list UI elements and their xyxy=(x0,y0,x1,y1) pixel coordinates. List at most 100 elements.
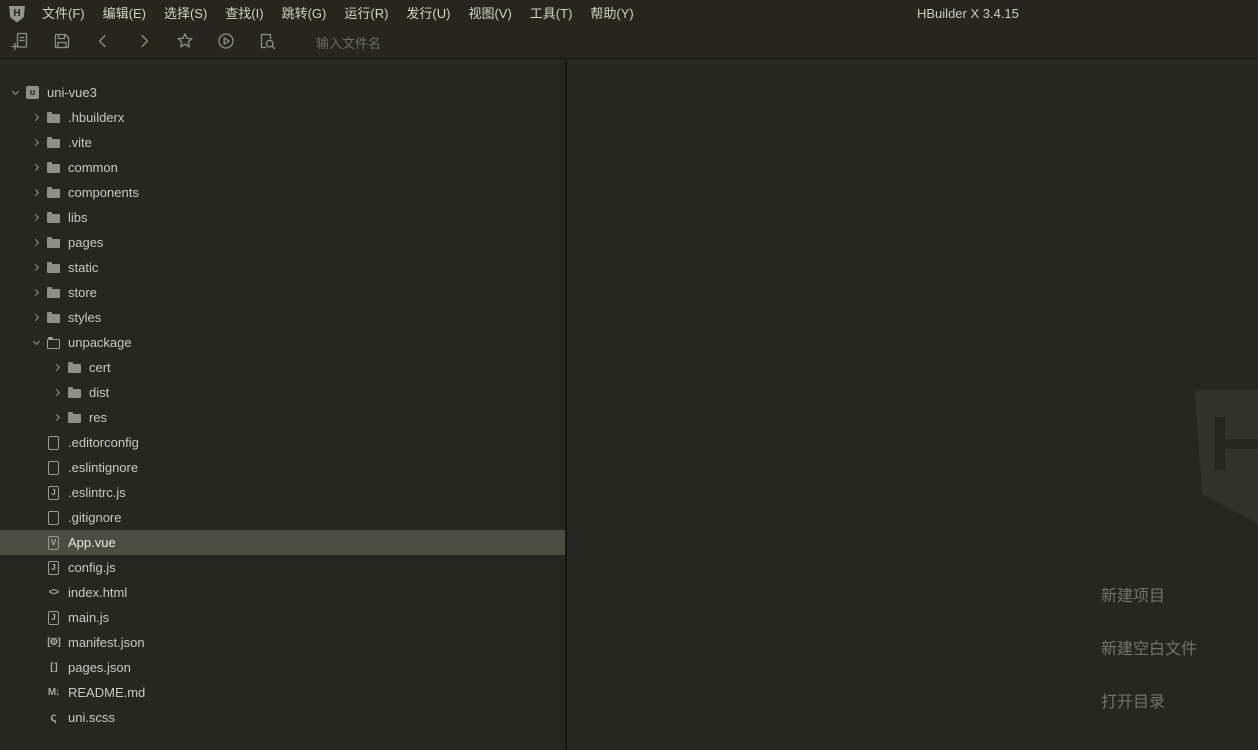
chevron-right-icon[interactable] xyxy=(29,155,44,180)
tree-item-components[interactable]: components xyxy=(0,180,565,205)
tree-item-label: uni.scss xyxy=(68,710,115,725)
tree-item-eslintrc-js[interactable]: J .eslintrc.js xyxy=(0,480,565,505)
folder-icon xyxy=(65,355,84,380)
tree-item-store[interactable]: store xyxy=(0,280,565,305)
js-file-icon: J xyxy=(44,480,63,505)
find-file-button[interactable] xyxy=(255,31,279,55)
chevron-right-icon[interactable] xyxy=(29,255,44,280)
chevron-down-icon[interactable] xyxy=(8,80,23,105)
folder-icon xyxy=(44,255,63,280)
tree-item-eslintignore[interactable]: .eslintignore xyxy=(0,455,565,480)
tree-item-label: .eslintignore xyxy=(68,460,139,475)
tree-item-gitignore[interactable]: .gitignore xyxy=(0,505,565,530)
tree-item-label: dist xyxy=(89,385,110,400)
tree-item-pages[interactable]: pages xyxy=(0,230,565,255)
menu-item-3[interactable]: 查找(I) xyxy=(216,0,272,28)
tree-item-vite[interactable]: .vite xyxy=(0,130,565,155)
new-project-link[interactable]: 新建项目 xyxy=(1101,582,1197,606)
menu-item-0[interactable]: 文件(F) xyxy=(33,0,94,28)
chevron-right-icon[interactable] xyxy=(29,280,44,305)
chevron-right-icon[interactable] xyxy=(29,205,44,230)
folder-icon xyxy=(65,405,84,430)
tree-item-label: main.js xyxy=(68,610,110,625)
open-directory-link[interactable]: 打开目录 xyxy=(1101,688,1197,712)
tree-item-label: components xyxy=(68,185,139,200)
new-file-button[interactable] xyxy=(9,31,33,55)
menu-item-4[interactable]: 跳转(G) xyxy=(273,0,336,28)
chevron-right-icon[interactable] xyxy=(50,405,65,430)
tree-item-pages-json[interactable]: [ ] pages.json xyxy=(0,655,565,680)
tree-item-readme-md[interactable]: M↓ README.md xyxy=(0,680,565,705)
chevron-right-icon[interactable] xyxy=(50,355,65,380)
tree-item-common[interactable]: common xyxy=(0,155,565,180)
favorites-button[interactable] xyxy=(173,31,197,55)
tree-item-index-html[interactable]: <> index.html xyxy=(0,580,565,605)
tree-item-label: unpackage xyxy=(68,335,132,350)
tree-item-unpackage[interactable]: unpackage xyxy=(0,330,565,355)
menu-item-9[interactable]: 帮助(Y) xyxy=(581,0,642,28)
tree-item-hbuilderx[interactable]: .hbuilderx xyxy=(0,105,565,130)
run-button[interactable] xyxy=(214,31,238,55)
folder-icon xyxy=(44,130,63,155)
toolbar xyxy=(0,28,1258,59)
folder-icon xyxy=(44,205,63,230)
menubar: 文件(F) 编辑(E) 选择(S) 查找(I) 跳转(G) 运行(R) 发行(U) 视图(V)… xyxy=(33,0,643,28)
tree-item-manifest-json[interactable]: [⚙] manifest.json xyxy=(0,630,565,655)
tree-item-libs[interactable]: libs xyxy=(0,205,565,230)
chevron-right-icon[interactable] xyxy=(50,380,65,405)
menu-item-5[interactable]: 运行(R) xyxy=(335,0,397,28)
save-icon xyxy=(52,31,72,56)
chevron-right-icon[interactable] xyxy=(29,180,44,205)
forward-button[interactable] xyxy=(132,31,156,55)
tree-item-app-vue[interactable]: V App.vue xyxy=(0,530,565,555)
tree-item-label: README.md xyxy=(68,685,146,700)
menu-item-8[interactable]: 工具(T) xyxy=(521,0,582,28)
tree-item-main-js[interactable]: Jmain.js xyxy=(0,605,565,630)
file-icon xyxy=(44,430,63,455)
tree-item-label: App.vue xyxy=(68,535,116,550)
tree-item-label: static xyxy=(68,260,99,275)
menu-item-2[interactable]: 选择(S) xyxy=(155,0,216,28)
manifest-file-icon: [⚙] xyxy=(47,637,61,648)
tree-item-uni-vue3[interactable]: u uni-vue3 xyxy=(0,80,565,105)
tree-item-label: styles xyxy=(68,310,102,325)
tree-item-label: pages xyxy=(68,235,104,250)
back-button[interactable] xyxy=(91,31,115,55)
file-search-input[interactable] xyxy=(316,30,586,56)
tree-item-uni-scss[interactable]: ς uni.scss xyxy=(0,705,565,730)
folder-icon xyxy=(44,105,63,130)
titlebar: H 文件(F) 编辑(E) 选择(S) 查找(I) 跳转(G) 运行(R) 发行(U) 视图(… xyxy=(0,0,1258,28)
tree-item-editorconfig[interactable]: .editorconfig xyxy=(0,430,565,455)
folder-icon xyxy=(65,380,84,405)
tree-item-static[interactable]: static xyxy=(0,255,565,280)
new-blank-file-link[interactable]: 新建空白文件 xyxy=(1101,635,1197,659)
chevron-right-icon[interactable] xyxy=(29,305,44,330)
chevron-right-icon[interactable] xyxy=(29,230,44,255)
tree-item-label: libs xyxy=(68,210,88,225)
run-icon xyxy=(216,31,236,56)
quick-links: 新建项目新建空白文件 打开目录 xyxy=(1101,582,1197,741)
toolbar-icons xyxy=(9,31,296,55)
chevron-right-icon[interactable] xyxy=(29,105,44,130)
menu-item-6[interactable]: 发行(U) xyxy=(397,0,459,28)
menu-item-1[interactable]: 编辑(E) xyxy=(94,0,155,28)
save-button[interactable] xyxy=(50,31,74,55)
tree-item-res[interactable]: res xyxy=(0,405,565,430)
tree-item-dist[interactable]: dist xyxy=(0,380,565,405)
workspace: u uni-vue3 .hbuilderx .vite common components… xyxy=(0,60,1258,750)
chevron-down-icon[interactable] xyxy=(29,330,44,355)
tree-item-styles[interactable]: styles xyxy=(0,305,565,330)
tree-item-label: cert xyxy=(89,360,111,375)
menu-item-7[interactable]: 视图(V) xyxy=(459,0,520,28)
tree-item-cert[interactable]: cert xyxy=(0,355,565,380)
tree-item-config-js[interactable]: Jconfig.js xyxy=(0,555,565,580)
chevron-right-icon[interactable] xyxy=(29,130,44,155)
